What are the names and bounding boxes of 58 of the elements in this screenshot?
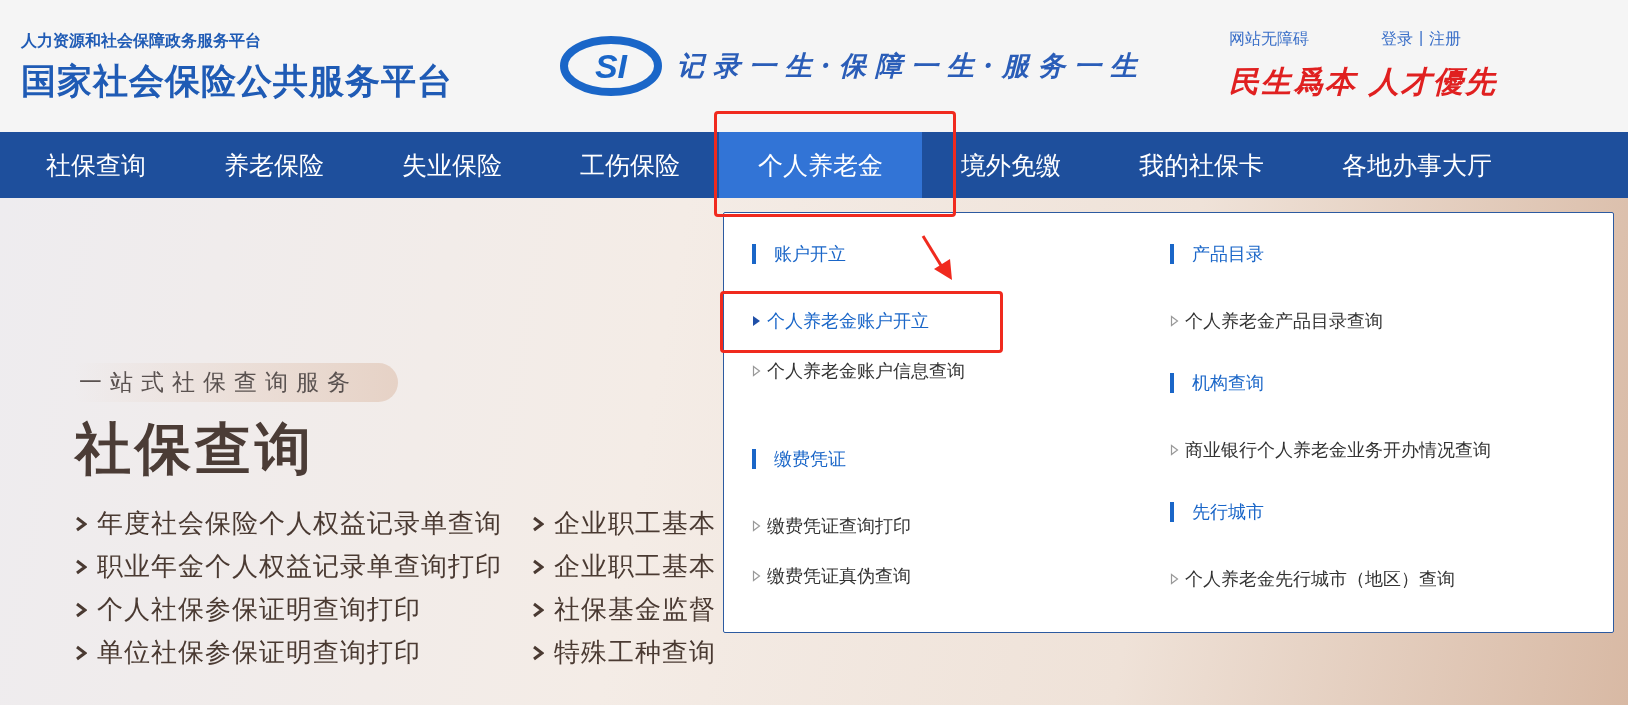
menu-heading: 账户开立 <box>774 243 846 266</box>
triangle-icon <box>1170 573 1179 585</box>
triangle-icon <box>752 365 761 377</box>
chevron-icon <box>532 558 544 575</box>
logo-drawing: SI <box>559 36 663 96</box>
banner-title: 社保查询 <box>75 416 315 482</box>
menu-heading: 机构查询 <box>1192 372 1264 395</box>
nav-tab[interactable]: 境外免缴 <box>922 132 1100 198</box>
chevron-icon <box>532 515 544 532</box>
nav-tab[interactable]: 社保查询 <box>7 132 185 198</box>
banner-link[interactable]: 企业职工基本 <box>554 549 716 584</box>
nav-tab[interactable]: 各地办事大厅 <box>1303 132 1531 198</box>
menu-item[interactable]: 缴费凭证查询打印 <box>752 513 1170 539</box>
site-title: 国家社会保险公共服务平台 <box>21 60 454 102</box>
menu-heading: 产品目录 <box>1192 243 1264 266</box>
triangle-icon <box>752 520 761 532</box>
banner-link[interactable]: 个人社保参保证明查询打印 <box>97 592 421 627</box>
chevron-icon <box>532 644 544 661</box>
nav-tab[interactable]: 我的社保卡 <box>1100 132 1303 198</box>
chevron-icon <box>75 601 87 618</box>
site-subtitle: 人力资源和社会保障政务服务平台 <box>21 31 262 51</box>
menu-item[interactable]: 个人养老金账户开立 <box>752 308 1170 334</box>
menu-item[interactable]: 个人养老金产品目录查询 <box>1170 308 1610 334</box>
heading-bar <box>752 244 756 264</box>
triangle-icon <box>1170 315 1179 327</box>
banner-link[interactable]: 社保基金监督 <box>554 592 716 627</box>
triangle-icon <box>752 315 761 327</box>
menu-item[interactable]: 个人养老金先行城市（地区）查询 <box>1170 566 1610 592</box>
banner-link[interactable]: 单位社保参保证明查询打印 <box>97 635 421 670</box>
menu-item[interactable]: 商业银行个人养老金业务开办情况查询 <box>1170 437 1610 463</box>
chevron-icon <box>75 644 87 661</box>
menu-heading: 缴费凭证 <box>774 448 846 471</box>
triangle-icon <box>1170 444 1179 456</box>
triangle-icon <box>752 570 761 582</box>
heading-bar <box>1170 502 1174 522</box>
banner-link[interactable]: 特殊工种查询 <box>554 635 716 670</box>
heading-bar <box>1170 244 1174 264</box>
banner-link[interactable]: 企业职工基本 <box>554 506 716 541</box>
menu-item[interactable]: 缴费凭证真伪查询 <box>752 563 1170 589</box>
link-separator: | <box>1419 29 1424 48</box>
slogan: 记录一生·保障一生·服务一生 <box>677 49 1146 83</box>
menu-item[interactable]: 个人养老金账户信息查询 <box>752 358 1170 384</box>
chevron-icon <box>532 601 544 618</box>
motto: 民生爲本 人才優先 <box>1229 63 1498 101</box>
heading-bar <box>1170 373 1174 393</box>
heading-bar <box>752 449 756 469</box>
nav-tab[interactable]: 失业保险 <box>363 132 541 198</box>
menu-heading: 先行城市 <box>1192 501 1264 524</box>
register-link[interactable]: 注册 <box>1429 29 1462 50</box>
banner-link[interactable]: 职业年金个人权益记录单查询打印 <box>97 549 502 584</box>
nav-tab[interactable]: 个人养老金 <box>719 132 922 198</box>
accessibility-link[interactable]: 网站无障碍 <box>1229 29 1309 50</box>
nav-tab[interactable]: 养老保险 <box>185 132 363 198</box>
chevron-icon <box>75 558 87 575</box>
chevron-icon <box>75 515 87 532</box>
banner-link[interactable]: 年度社会保险个人权益记录单查询 <box>97 506 502 541</box>
login-link[interactable]: 登录 <box>1381 29 1413 50</box>
nav-tab[interactable]: 工伤保险 <box>541 132 719 198</box>
